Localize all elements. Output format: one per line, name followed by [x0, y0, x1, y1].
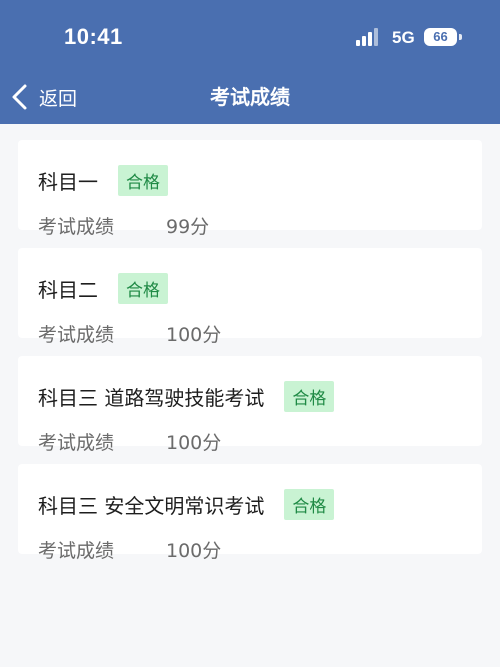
- subject-name: 科目三 道路驾驶技能考试: [38, 385, 265, 410]
- card-title-row: 科目三 安全文明常识考试 合格: [38, 486, 335, 522]
- status-badge: 合格: [118, 272, 168, 304]
- network-type: 5G: [392, 28, 415, 47]
- score-row: 考试成绩 99分: [38, 212, 209, 239]
- subject-name: 科目二: [38, 277, 98, 302]
- score-label: 考试成绩: [38, 324, 115, 346]
- back-button[interactable]: 返回: [10, 80, 77, 114]
- score-row: 考试成绩 100分: [38, 320, 221, 347]
- status-time: 10:41: [64, 24, 123, 49]
- result-card: 科目三 道路驾驶技能考试 合格 考试成绩 100分: [18, 356, 482, 454]
- nav-bar: 返回 考试成绩: [0, 70, 500, 124]
- battery-icon: 66: [424, 28, 457, 46]
- chevron-left-icon: [12, 84, 27, 110]
- result-card: 科目一 合格 考试成绩 99分: [18, 140, 482, 238]
- card-title-row: 科目二 合格: [38, 270, 168, 306]
- card-title-row: 科目一 合格: [38, 162, 168, 198]
- score-label: 考试成绩: [38, 540, 115, 562]
- status-bar: 10:41 5G 66: [0, 0, 500, 70]
- result-card: 科目二 合格 考试成绩 100分: [18, 248, 482, 346]
- status-badge: 合格: [118, 164, 168, 196]
- score-label: 考试成绩: [38, 432, 115, 454]
- back-label: 返回: [39, 87, 78, 110]
- card-title-row: 科目三 道路驾驶技能考试 合格: [38, 378, 335, 414]
- result-card: 科目三 安全文明常识考试 合格 考试成绩 100分: [18, 464, 482, 562]
- score-value: 100分: [166, 432, 222, 454]
- battery-tip: [459, 34, 462, 40]
- score-value: 100分: [166, 324, 222, 346]
- subject-name: 科目一: [38, 169, 98, 194]
- header: 10:41 5G 66 返回 考试成绩: [0, 0, 500, 124]
- score-row: 考试成绩 100分: [38, 428, 221, 455]
- score-value: 100分: [166, 540, 222, 562]
- subject-name: 科目三 安全文明常识考试: [38, 493, 265, 518]
- status-badge: 合格: [284, 488, 335, 520]
- score-label: 考试成绩: [38, 216, 115, 238]
- score-value: 99分: [166, 216, 210, 238]
- signal-icon: [356, 28, 382, 46]
- score-row: 考试成绩 100分: [38, 536, 221, 563]
- status-badge: 合格: [284, 380, 335, 412]
